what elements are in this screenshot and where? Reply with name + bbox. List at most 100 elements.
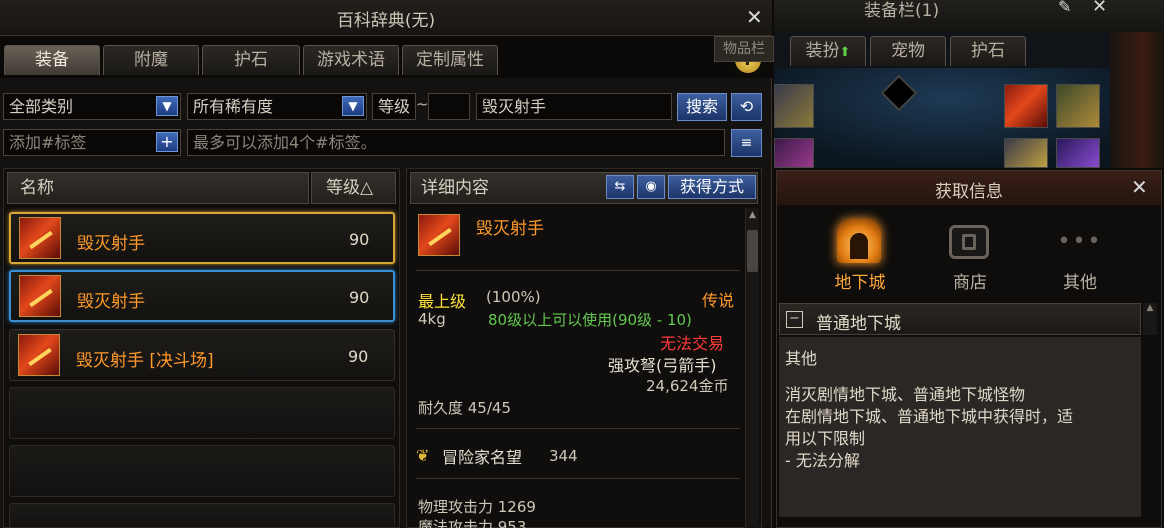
tab-game-terms[interactable]: 游戏术语 [303, 45, 399, 75]
equip-title-bar[interactable]: 装备栏(1) ✎ ✕ [774, 0, 1164, 32]
acq-title-bar[interactable]: 获取信息 ✕ [777, 171, 1161, 205]
close-icon[interactable]: ✕ [1092, 0, 1107, 17]
col-level-label: 等级△ [326, 178, 374, 198]
tab-other-label[interactable]: 其他 [1047, 268, 1113, 293]
background-scenery [1110, 32, 1164, 168]
title-bar[interactable]: 百科辞典(无) ✕ [0, 0, 772, 36]
desc-line: 用以下限制 [785, 429, 866, 448]
equip-slot[interactable] [1004, 84, 1048, 128]
level-label: 等级 [372, 93, 416, 120]
desc-line: 在剧情地下城、普通地下城中获得时，适 [785, 407, 1074, 426]
shop-icon[interactable] [949, 225, 989, 259]
tab-talisman-equip[interactable]: 护石 [950, 36, 1026, 66]
weight: 4kg [418, 310, 446, 328]
tab-inventory[interactable]: 物品栏 [714, 36, 774, 62]
tab-equipment[interactable]: 装备 [4, 45, 100, 75]
list-item[interactable]: 毁灭射手 90 [9, 270, 395, 322]
equipment-window: 装备栏(1) ✎ ✕ 物品栏 装扮⬆ 宠物 护石 [714, 0, 1164, 168]
tab-custom-attributes[interactable]: 定制属性 [402, 45, 498, 75]
durability: 耐久度 45/45 [418, 399, 511, 417]
list-item-empty [9, 445, 395, 497]
detail-item-name: 毁灭射手 [476, 219, 544, 239]
column-header-level[interactable]: 等级△ [311, 172, 396, 204]
eye-icon[interactable]: ◉ [637, 175, 665, 199]
item-level: 90 [349, 288, 370, 307]
equip-slot[interactable] [1056, 138, 1100, 168]
acquisition-info-panel: 获取信息 ✕ 地下城 商店 ••• 其他 − 普通地下城 ▲ 其他 消灭剧情地下… [776, 170, 1162, 528]
tab-talisman[interactable]: 护石 [202, 45, 300, 75]
section-title: 普通地下城 [816, 314, 901, 334]
fame-label: 冒险家名望 [442, 448, 523, 467]
fame-value: 344 [549, 447, 578, 465]
equip-slot[interactable] [1056, 84, 1100, 128]
character-preview [774, 68, 1164, 168]
weapon-icon [18, 334, 60, 376]
divider [416, 270, 740, 271]
gate-icon[interactable] [837, 219, 881, 263]
equip-slot[interactable] [774, 138, 814, 168]
refresh-icon[interactable]: ⟲ [731, 93, 762, 121]
close-icon[interactable]: ✕ [1131, 177, 1148, 197]
equip-slot[interactable] [1004, 138, 1048, 168]
fame-icon: ❦ [416, 446, 430, 465]
physical-attack: 物理攻击力 1269 [418, 498, 536, 516]
magic-attack: 魔法攻击力 953 [418, 518, 527, 528]
grade-label: 最上级 [418, 292, 467, 311]
level-input[interactable] [428, 93, 470, 120]
search-input[interactable]: 毁灭射手 [476, 93, 672, 120]
tab-enchant[interactable]: 附魔 [103, 45, 199, 75]
tab-dungeon-label[interactable]: 地下城 [827, 268, 893, 293]
more-icon[interactable]: ••• [1055, 229, 1105, 254]
gate-door [850, 233, 868, 259]
collapse-icon[interactable]: − [786, 311, 803, 328]
pin-icon[interactable]: ✎ [1058, 0, 1071, 16]
level-tilde: ~ [416, 95, 429, 113]
detail-scrollbar[interactable]: ▲ [745, 208, 759, 528]
weapon-icon [19, 217, 61, 259]
category-value: 全部类别 [9, 97, 74, 116]
scroll-thumb[interactable] [747, 230, 758, 272]
tag-placeholder: 添加#标签 [9, 133, 87, 152]
list-item[interactable]: 毁灭射手 [决斗场] 90 [9, 329, 395, 381]
equip-title: 装备栏(1) [864, 1, 940, 21]
weapon-icon [418, 214, 460, 256]
list-item-empty [9, 503, 395, 528]
scroll-up-icon[interactable]: ▲ [1143, 303, 1157, 335]
encyclopedia-window: 百科辞典(无) ✕ 装备 附魔 护石 游戏术语 定制属性 ? 全部类别 ▼ 所有… [0, 0, 772, 528]
column-header-name[interactable]: 名称 [7, 172, 309, 204]
chevron-down-icon[interactable]: ▼ [342, 96, 364, 116]
tab-avatar-label: 装扮 [805, 41, 840, 61]
trade-status: 无法交易 [660, 334, 725, 353]
desc-line: 消灭剧情地下城、普通地下城怪物 [785, 385, 1026, 404]
item-name: 毁灭射手 [决斗场] [76, 351, 214, 371]
col-name-label: 名称 [20, 178, 54, 198]
shop-door [962, 234, 976, 250]
scroll-up-icon[interactable]: ▲ [747, 210, 758, 222]
list-item[interactable]: 毁灭射手 90 [9, 212, 395, 264]
obtain-method-button[interactable]: 获得方式 [668, 175, 756, 199]
divider [416, 478, 740, 479]
weapon-type: 强攻弩(弓箭手) [608, 356, 717, 375]
other-label: 其他 [785, 349, 818, 368]
chevron-down-icon[interactable]: ▼ [156, 96, 178, 116]
tab-avatar[interactable]: 装扮⬆ [790, 36, 866, 66]
compare-icon[interactable]: ⇆ [606, 175, 634, 199]
equip-slot[interactable] [774, 84, 814, 128]
rarity-label: 传说 [702, 291, 735, 310]
tag-list-icon[interactable]: ≡ [731, 129, 762, 157]
acq-title: 获取信息 [935, 182, 1003, 202]
tab-shop-label[interactable]: 商店 [937, 268, 1003, 293]
item-level: 90 [349, 230, 370, 249]
rarity-select[interactable]: 所有稀有度 ▼ [187, 93, 367, 120]
rarity-value: 所有稀有度 [193, 97, 274, 116]
section-body: 其他 消灭剧情地下城、普通地下城怪物 在剧情地下城、普通地下城中获得时，适 用以… [779, 337, 1141, 517]
search-button[interactable]: 搜索 [677, 93, 727, 121]
add-tag-icon[interactable]: + [156, 132, 178, 152]
section-header-dungeon[interactable]: − 普通地下城 [779, 303, 1141, 335]
category-select[interactable]: 全部类别 ▼ [3, 93, 181, 120]
arrow-up-icon: ⬆ [839, 45, 851, 60]
tag-input[interactable]: 添加#标签 + [3, 129, 181, 156]
close-icon[interactable]: ✕ [746, 7, 763, 27]
tab-pet[interactable]: 宠物 [870, 36, 946, 66]
detail-header-label: 详细内容 [421, 178, 489, 198]
